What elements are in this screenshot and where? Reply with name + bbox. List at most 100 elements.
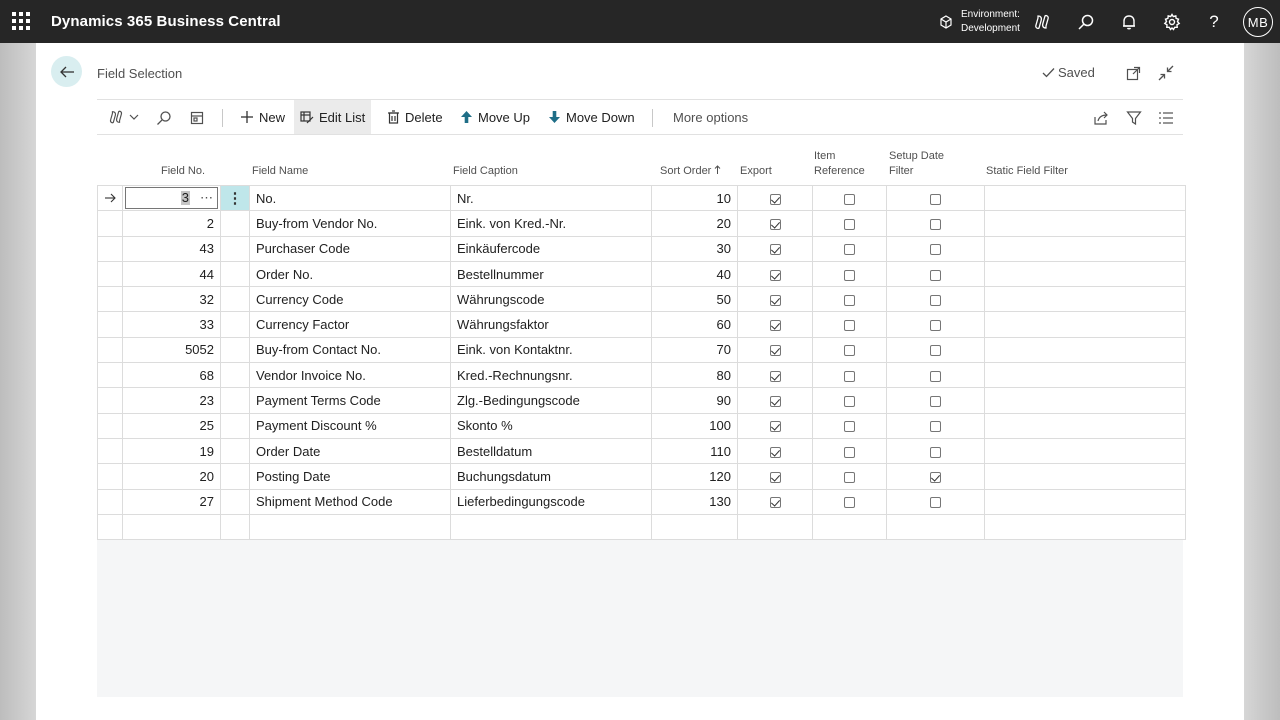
static-field-filter-cell[interactable] xyxy=(984,336,1186,364)
export-checkbox[interactable] xyxy=(769,446,781,458)
column-header-field-caption[interactable]: Field Caption xyxy=(453,164,518,179)
setup-date-filter-checkbox[interactable] xyxy=(930,269,941,281)
open-new-window-icon[interactable] xyxy=(1124,64,1142,82)
table-row[interactable]: 3 ⋯ ⋮ No. Nr. 10 xyxy=(97,184,1186,212)
copilot-menu-button[interactable] xyxy=(102,100,145,134)
sort-order-cell[interactable]: 120 xyxy=(651,463,738,490)
notification-bell-icon[interactable] xyxy=(1118,11,1140,33)
item-reference-checkbox[interactable] xyxy=(844,345,855,357)
new-entry-row[interactable] xyxy=(97,513,1186,541)
static-field-filter-cell[interactable] xyxy=(984,513,1186,541)
sort-order-cell[interactable]: 130 xyxy=(651,488,738,515)
column-header-item-reference[interactable]: Item Reference xyxy=(814,149,865,179)
export-checkbox[interactable] xyxy=(769,370,781,382)
setup-date-filter-checkbox[interactable] xyxy=(930,370,941,382)
table-row[interactable]: 5052 Buy-from Contact No. Eink. von Kont… xyxy=(97,336,1186,364)
export-checkbox[interactable] xyxy=(769,421,781,433)
column-header-static-field-filter[interactable]: Static Field Filter xyxy=(986,164,1068,179)
new-button[interactable]: New xyxy=(234,100,291,134)
item-reference-checkbox[interactable] xyxy=(844,193,855,205)
export-checkbox[interactable] xyxy=(769,497,781,509)
row-actions-icon[interactable]: ⋮ xyxy=(228,190,243,207)
setup-date-filter-checkbox[interactable] xyxy=(930,345,941,357)
row-menu-cell[interactable] xyxy=(220,286,250,313)
sort-order-cell[interactable]: 80 xyxy=(651,362,738,389)
row-menu-cell[interactable] xyxy=(220,210,250,237)
field-no-cell[interactable]: 32 xyxy=(122,286,221,313)
export-checkbox[interactable] xyxy=(769,219,781,230)
static-field-filter-cell[interactable] xyxy=(984,286,1186,313)
table-row[interactable]: 23 Payment Terms Code Zlg.-Bedingungscod… xyxy=(97,387,1186,414)
item-reference-checkbox[interactable] xyxy=(844,294,855,306)
field-no-cell[interactable]: 23 xyxy=(122,387,221,414)
setup-date-filter-checkbox[interactable] xyxy=(930,320,941,332)
static-field-filter-cell[interactable] xyxy=(984,210,1186,237)
user-avatar[interactable]: MB xyxy=(1243,7,1273,37)
row-menu-cell[interactable] xyxy=(220,412,250,439)
setup-date-filter-checkbox[interactable] xyxy=(930,471,941,483)
table-row[interactable]: 20 Posting Date Buchungsdatum 120 xyxy=(97,463,1186,490)
static-field-filter-cell[interactable] xyxy=(984,362,1186,389)
setup-date-filter-checkbox[interactable] xyxy=(930,193,941,205)
row-menu-cell[interactable] xyxy=(220,488,250,515)
setup-date-filter-checkbox[interactable] xyxy=(930,396,941,408)
field-no-cell[interactable] xyxy=(122,513,221,541)
table-row[interactable]: 68 Vendor Invoice No. Kred.-Rechnungsnr.… xyxy=(97,362,1186,389)
sort-order-cell[interactable]: 70 xyxy=(651,336,738,364)
row-menu-cell[interactable] xyxy=(220,336,250,364)
static-field-filter-cell[interactable] xyxy=(984,463,1186,490)
export-checkbox[interactable] xyxy=(769,244,781,256)
row-menu-cell[interactable] xyxy=(220,387,250,414)
export-checkbox[interactable] xyxy=(769,396,781,408)
sort-order-cell[interactable]: 100 xyxy=(651,412,738,439)
item-reference-checkbox[interactable] xyxy=(844,219,855,230)
column-header-setup-date-filter[interactable]: Setup Date Filter xyxy=(889,149,944,179)
sort-order-cell[interactable]: 20 xyxy=(651,210,738,237)
sort-order-cell[interactable]: 30 xyxy=(651,235,738,262)
field-no-cell[interactable]: 68 xyxy=(122,362,221,389)
field-no-cell[interactable]: 19 xyxy=(122,437,221,465)
table-row[interactable]: 25 Payment Discount % Skonto % 100 xyxy=(97,412,1186,439)
row-menu-cell[interactable]: ⋮ xyxy=(220,184,250,212)
list-view-icon[interactable] xyxy=(1156,108,1176,128)
static-field-filter-cell[interactable] xyxy=(984,311,1186,338)
app-launcher-icon[interactable] xyxy=(12,12,30,30)
row-menu-cell[interactable] xyxy=(220,463,250,490)
column-header-field-no[interactable]: Field No. xyxy=(161,164,205,179)
table-row[interactable]: 43 Purchaser Code Einkäufercode 30 xyxy=(97,235,1186,262)
sort-order-cell[interactable]: 110 xyxy=(651,437,738,465)
setup-date-filter-checkbox[interactable] xyxy=(930,294,941,306)
table-row[interactable]: 32 Currency Code Währungscode 50 xyxy=(97,286,1186,313)
item-reference-checkbox[interactable] xyxy=(844,421,855,433)
item-reference-checkbox[interactable] xyxy=(844,269,855,281)
static-field-filter-cell[interactable] xyxy=(984,260,1186,288)
setup-date-filter-checkbox[interactable] xyxy=(930,497,941,509)
row-menu-cell[interactable] xyxy=(220,437,250,465)
column-header-export[interactable]: Export xyxy=(740,164,772,179)
move-down-button[interactable]: Move Down xyxy=(542,100,641,134)
static-field-filter-cell[interactable] xyxy=(984,412,1186,439)
field-no-cell[interactable]: 3 ⋯ xyxy=(122,184,221,212)
static-field-filter-cell[interactable] xyxy=(984,488,1186,515)
setup-date-filter-checkbox[interactable] xyxy=(930,421,941,433)
export-checkbox[interactable] xyxy=(769,269,781,281)
field-no-cell[interactable]: 25 xyxy=(122,412,221,439)
move-up-button[interactable]: Move Up xyxy=(454,100,536,134)
settings-gear-icon[interactable] xyxy=(1161,11,1183,33)
table-row[interactable]: 33 Currency Factor Währungsfaktor 60 xyxy=(97,311,1186,338)
static-field-filter-cell[interactable] xyxy=(984,184,1186,212)
static-field-filter-cell[interactable] xyxy=(984,437,1186,465)
table-row[interactable]: 44 Order No. Bestellnummer 40 xyxy=(97,260,1186,288)
row-menu-cell[interactable] xyxy=(220,235,250,262)
field-no-cell[interactable]: 33 xyxy=(122,311,221,338)
row-menu-cell[interactable] xyxy=(220,362,250,389)
delete-button[interactable]: Delete xyxy=(381,100,449,134)
field-no-cell[interactable]: 27 xyxy=(122,488,221,515)
table-row[interactable]: 19 Order Date Bestelldatum 110 xyxy=(97,437,1186,465)
field-no-cell[interactable]: 5052 xyxy=(122,336,221,364)
table-row[interactable]: 27 Shipment Method Code Lieferbedingungs… xyxy=(97,488,1186,515)
more-options-button[interactable]: More options xyxy=(667,100,754,134)
export-checkbox[interactable] xyxy=(769,294,781,306)
column-header-sort-order[interactable]: Sort Order xyxy=(660,164,721,179)
static-field-filter-cell[interactable] xyxy=(984,235,1186,262)
